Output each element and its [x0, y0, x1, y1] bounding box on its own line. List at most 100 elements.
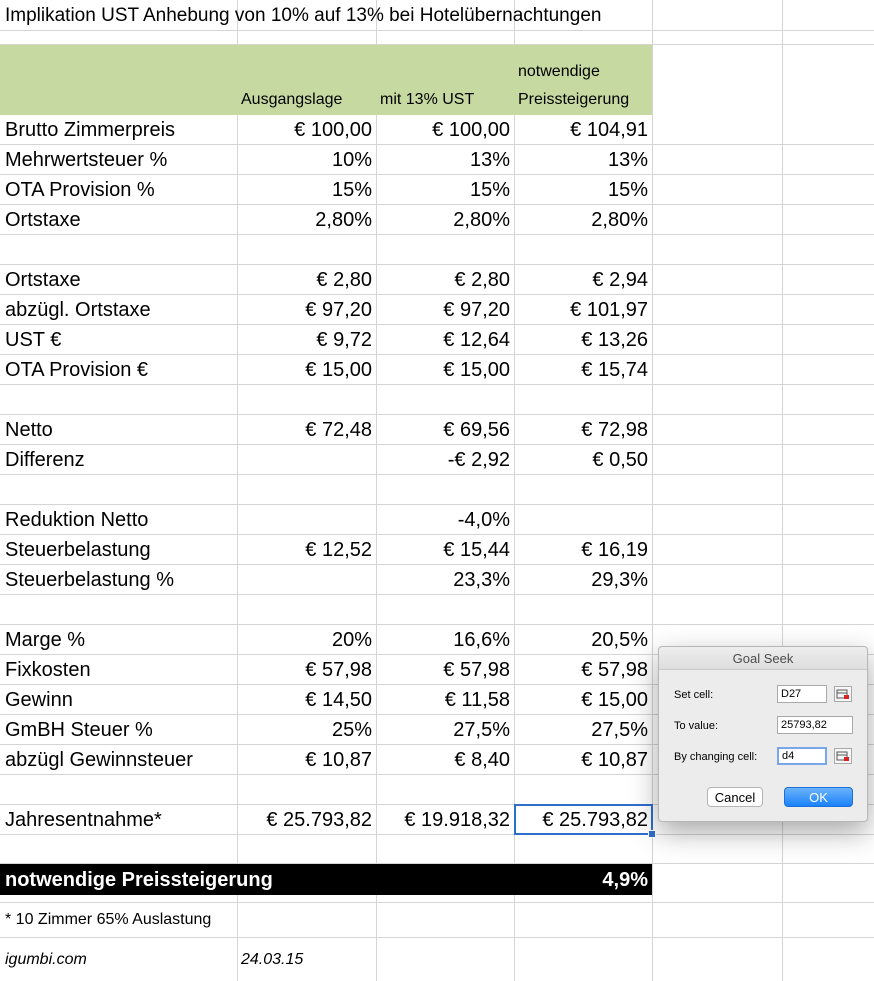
cell-value[interactable] — [514, 505, 652, 534]
cell-value[interactable]: 29,3% — [514, 565, 652, 594]
set-cell-input[interactable] — [777, 685, 827, 703]
cell-value[interactable]: € 97,20 — [237, 295, 376, 324]
cell-value[interactable] — [376, 235, 514, 264]
cell-value[interactable] — [376, 595, 514, 624]
cell-value[interactable] — [237, 565, 376, 594]
cell-value[interactable]: € 72,98 — [514, 415, 652, 444]
cell-value[interactable]: 27,5% — [376, 715, 514, 744]
row-label[interactable] — [0, 595, 237, 624]
row-label[interactable]: Fixkosten — [0, 655, 237, 684]
row-label[interactable]: Ortstaxe — [0, 205, 237, 234]
cell-value[interactable] — [514, 595, 652, 624]
cell-value[interactable]: € 8,40 — [376, 745, 514, 774]
cell-value[interactable] — [237, 595, 376, 624]
summary-label[interactable]: notwendige Preissteigerung — [0, 864, 273, 895]
cell-value[interactable]: € 9,72 — [237, 325, 376, 354]
cell-value[interactable] — [514, 235, 652, 264]
row-label[interactable]: GmBH Steuer % — [0, 715, 237, 744]
header-preissteigerung[interactable]: Preissteigerung — [518, 91, 629, 109]
row-label[interactable] — [0, 385, 237, 414]
cell-value[interactable] — [376, 385, 514, 414]
changing-cell-input[interactable] — [777, 747, 827, 765]
cell-value[interactable]: 10% — [237, 145, 376, 174]
cell-value[interactable]: € 15,00 — [237, 355, 376, 384]
cell-value[interactable]: € 2,80 — [376, 265, 514, 294]
cell-value[interactable]: € 0,50 — [514, 445, 652, 474]
to-value-input[interactable] — [777, 716, 853, 734]
site-credit[interactable]: igumbi.com — [0, 938, 237, 981]
cell-value[interactable] — [376, 775, 514, 804]
cell-value[interactable]: € 101,97 — [514, 295, 652, 324]
cell-value[interactable]: 2,80% — [514, 205, 652, 234]
row-label[interactable]: Ortstaxe — [0, 265, 237, 294]
cell-value[interactable]: € 100,00 — [237, 115, 376, 144]
cell-value-selected[interactable]: € 25.793,82 — [514, 805, 652, 834]
cell-value[interactable]: € 12,64 — [376, 325, 514, 354]
cell-value[interactable]: € 10,87 — [237, 745, 376, 774]
cell-value[interactable]: 20% — [237, 625, 376, 654]
cell-value[interactable]: 15% — [237, 175, 376, 204]
set-cell-range-picker-button[interactable] — [834, 686, 852, 702]
cell-value[interactable]: 15% — [514, 175, 652, 204]
cell-value[interactable]: € 14,50 — [237, 685, 376, 714]
cell-value[interactable] — [237, 235, 376, 264]
cell-value[interactable]: 25% — [237, 715, 376, 744]
cell-value[interactable]: -4,0% — [376, 505, 514, 534]
cell-value[interactable]: 13% — [514, 145, 652, 174]
cell-value[interactable]: 23,3% — [376, 565, 514, 594]
row-label[interactable]: Brutto Zimmerpreis — [0, 115, 237, 144]
cell-value[interactable]: 27,5% — [514, 715, 652, 744]
row-label[interactable]: Jahresentnahme* — [0, 805, 237, 834]
row-label[interactable]: abzügl. Ortstaxe — [0, 295, 237, 324]
row-label[interactable]: Gewinn — [0, 685, 237, 714]
date-cell[interactable]: 24.03.15 — [237, 938, 303, 981]
dialog-title[interactable]: Goal Seek — [659, 647, 867, 670]
cell-value[interactable]: € 104,91 — [514, 115, 652, 144]
cell-value[interactable]: € 25.793,82 — [237, 805, 376, 834]
cell-value[interactable]: € 57,98 — [376, 655, 514, 684]
ok-button[interactable]: OK — [784, 787, 853, 807]
cell-value[interactable] — [514, 775, 652, 804]
cell-value[interactable] — [237, 505, 376, 534]
row-label[interactable]: UST € — [0, 325, 237, 354]
cell-value[interactable]: € 11,58 — [376, 685, 514, 714]
cell-value[interactable] — [237, 475, 376, 504]
row-label[interactable]: Steuerbelastung % — [0, 565, 237, 594]
cell-value[interactable]: € 69,56 — [376, 415, 514, 444]
row-label[interactable]: Reduktion Netto — [0, 505, 237, 534]
cell-value[interactable]: € 19.918,32 — [376, 805, 514, 834]
cell-value[interactable]: € 100,00 — [376, 115, 514, 144]
cancel-button[interactable]: Cancel — [707, 787, 763, 807]
row-label[interactable]: Marge % — [0, 625, 237, 654]
cell-value[interactable]: 20,5% — [514, 625, 652, 654]
cell-value[interactable]: € 12,52 — [237, 535, 376, 564]
cell-value[interactable]: -€ 2,92 — [376, 445, 514, 474]
row-label[interactable]: abzügl Gewinnsteuer — [0, 745, 237, 774]
cell-value[interactable]: € 16,19 — [514, 535, 652, 564]
row-label[interactable] — [0, 475, 237, 504]
row-label[interactable]: OTA Provision € — [0, 355, 237, 384]
cell-value[interactable]: € 97,20 — [376, 295, 514, 324]
cell-value[interactable] — [376, 475, 514, 504]
header-ausgangslage[interactable]: Ausgangslage — [241, 91, 342, 109]
cell-value[interactable]: € 15,00 — [376, 355, 514, 384]
cell-value[interactable]: 2,80% — [376, 205, 514, 234]
footnote[interactable]: * 10 Zimmer 65% Auslastung — [0, 903, 237, 937]
sheet-title[interactable]: Implikation UST Anhebung von 10% auf 13%… — [0, 0, 601, 30]
cell-value[interactable]: € 15,74 — [514, 355, 652, 384]
cell-value[interactable]: 2,80% — [237, 205, 376, 234]
header-mit-13-ust[interactable]: mit 13% UST — [380, 91, 474, 109]
cell-value[interactable]: 15% — [376, 175, 514, 204]
row-label[interactable]: OTA Provision % — [0, 175, 237, 204]
cell-value[interactable]: € 15,44 — [376, 535, 514, 564]
cell-value[interactable]: € 57,98 — [514, 655, 652, 684]
cell-value[interactable]: 16,6% — [376, 625, 514, 654]
row-label[interactable] — [0, 775, 237, 804]
cell-value[interactable]: 13% — [376, 145, 514, 174]
spreadsheet-grid[interactable]: Implikation UST Anhebung von 10% auf 13%… — [0, 0, 874, 981]
cell-value[interactable] — [514, 385, 652, 414]
row-label[interactable] — [0, 235, 237, 264]
cell-value[interactable]: € 13,26 — [514, 325, 652, 354]
row-label[interactable]: Steuerbelastung — [0, 535, 237, 564]
row-label[interactable]: Mehrwertsteuer % — [0, 145, 237, 174]
